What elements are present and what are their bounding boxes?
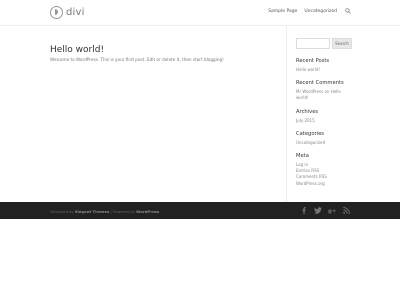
rss-icon[interactable] xyxy=(342,207,350,215)
designer-link[interactable]: Elegant Themes xyxy=(75,209,109,214)
site-logo[interactable]: divi xyxy=(50,4,85,20)
widget-categories: Categories Uncategorized xyxy=(296,131,352,146)
svg-text:g+: g+ xyxy=(328,209,336,214)
sidebar: Search Recent Posts Hello world! Recent … xyxy=(296,38,352,187)
search-button[interactable]: Search xyxy=(332,38,352,49)
recent-comment-link[interactable]: Mr WordPress on Hello world! xyxy=(296,89,352,101)
widget-recent-comments: Recent Comments Mr WordPress on Hello wo… xyxy=(296,80,352,101)
footer-credits: Designed by Elegant Themes | Powered by … xyxy=(50,209,159,214)
site-header: divi Sample Page Uncategorized xyxy=(0,0,400,26)
social-icons: g+ xyxy=(294,207,350,215)
separator: | xyxy=(110,208,112,214)
widget-title: Archives xyxy=(296,108,319,115)
widget-title: Recent Posts xyxy=(296,58,330,64)
widget-archives: Archives July 2015 xyxy=(296,109,352,124)
nav-item-uncategorized[interactable]: Uncategorized xyxy=(304,9,337,14)
widget-title: Categories xyxy=(296,130,324,137)
meta-link-wordpress-org[interactable]: WordPress.org xyxy=(296,181,352,187)
google-plus-icon[interactable]: g+ xyxy=(328,207,336,215)
platform-link[interactable]: WordPress xyxy=(136,209,159,214)
designed-by-text: Designed by xyxy=(50,208,74,214)
archive-link[interactable]: July 2015 xyxy=(296,118,352,124)
widget-title: Recent Comments xyxy=(296,80,344,87)
nav-item-sample-page[interactable]: Sample Page xyxy=(268,9,297,14)
widget-title: Meta xyxy=(296,153,309,160)
facebook-icon[interactable] xyxy=(300,207,308,215)
post-title[interactable]: Hello world! xyxy=(50,45,104,55)
site-footer: Designed by Elegant Themes | Powered by … xyxy=(0,202,400,219)
sidebar-divider xyxy=(286,26,287,202)
divi-logo-icon xyxy=(50,5,63,19)
post-excerpt: Welcome to WordPress. This is your first… xyxy=(50,57,224,62)
main-nav: Sample Page Uncategorized xyxy=(261,8,351,14)
search-input[interactable] xyxy=(296,38,330,49)
logo-text: divi xyxy=(66,6,85,18)
search-form: Search xyxy=(296,38,352,49)
category-link[interactable]: Uncategorized xyxy=(296,140,352,146)
powered-by-text: Powered by xyxy=(112,208,135,214)
twitter-icon[interactable] xyxy=(314,207,322,215)
search-icon[interactable] xyxy=(345,8,351,14)
widget-recent-posts: Recent Posts Hello world! xyxy=(296,58,352,73)
recent-post-link[interactable]: Hello world! xyxy=(296,67,352,73)
widget-meta: Meta Log in Entries RSS Comments RSS Wor… xyxy=(296,153,352,187)
